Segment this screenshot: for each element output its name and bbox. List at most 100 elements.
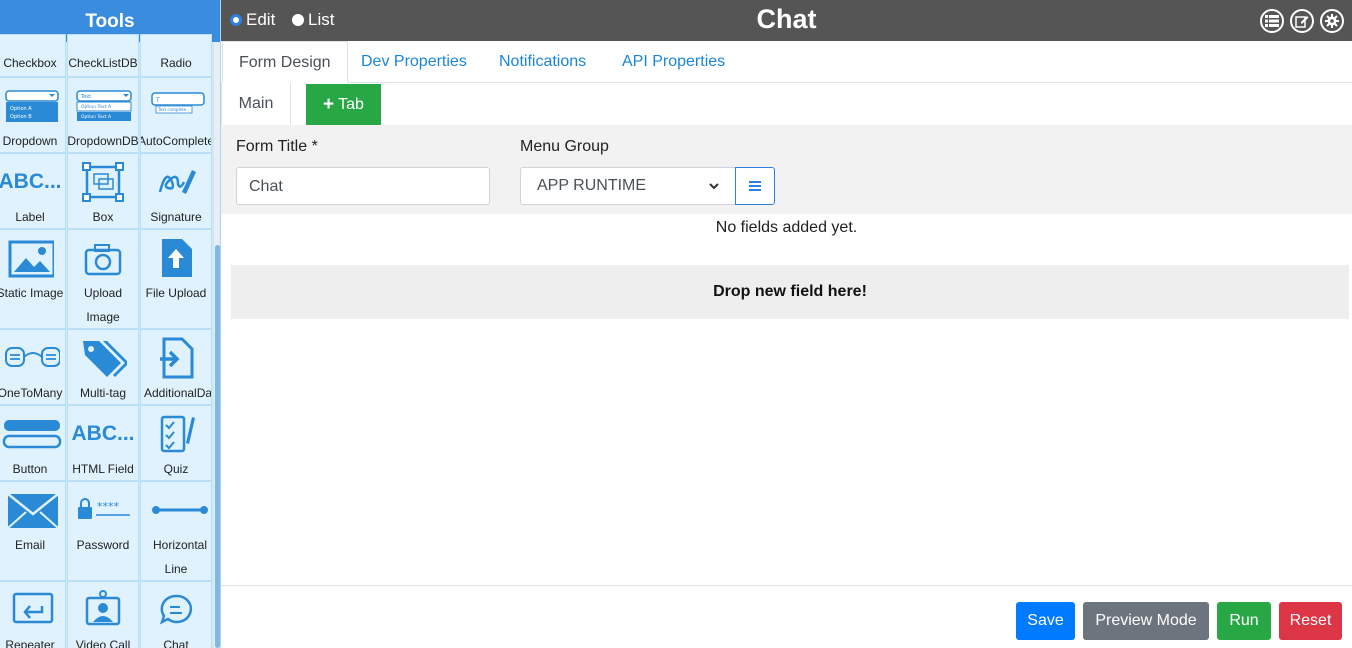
thumb-text: Option Text A	[81, 114, 112, 120]
tool-label: Multi-tag	[79, 386, 126, 400]
camera-icon	[68, 236, 138, 280]
html-field-icon: ABC...	[68, 412, 138, 456]
top-bar: Edit List Chat	[221, 0, 1352, 41]
tool-label: Horizontal Line	[153, 538, 208, 576]
tool-email[interactable]: Email	[0, 481, 66, 581]
tool-label: OneToMany	[0, 386, 63, 400]
drop-zone[interactable]: Drop new field here!	[231, 265, 1349, 319]
tool-label: Box	[92, 210, 114, 224]
tab-api-properties[interactable]: API Properties	[622, 41, 725, 83]
tool-horizontal-line[interactable]: Horizontal Line	[140, 481, 212, 581]
settings-icon[interactable]	[1320, 9, 1344, 33]
box-icon	[68, 160, 138, 204]
tool-label: Signature	[150, 210, 202, 224]
tool-one-to-many[interactable]: OneToMany	[0, 329, 66, 405]
form-header: Form Title * Chat Menu Group APP RUNTIME	[221, 125, 1352, 214]
empty-fields-message: No fields added yet.	[715, 219, 858, 236]
plus-icon: +	[323, 93, 335, 115]
label-icon: ABC...	[0, 160, 65, 204]
tool-static-image[interactable]: Static Image	[0, 229, 66, 329]
tool-label: HTML Field	[72, 462, 134, 476]
tool-label: Password	[76, 538, 130, 552]
tools-sidebar: Tools Checkbox CheckListDB Radio Option …	[0, 0, 221, 648]
tool-label: File Upload	[145, 286, 207, 300]
tool-multi-tag[interactable]: Multi-tag	[67, 329, 139, 405]
tool-label: Email	[14, 538, 45, 552]
repeater-icon	[0, 588, 65, 632]
chevron-down-icon	[709, 177, 719, 195]
tool-box[interactable]: Box	[67, 153, 139, 229]
tool-autocomplete[interactable]: T Text complete AutoComplete	[140, 77, 212, 153]
preview-mode-button[interactable]: Preview Mode	[1083, 602, 1209, 640]
add-tab-button[interactable]: + Tab	[306, 84, 381, 125]
dropdown-icon: Option A Option B	[0, 84, 65, 128]
signature-icon	[141, 160, 211, 204]
thumb-text: Text complete	[157, 107, 187, 112]
tool-label-field[interactable]: ABC... Label	[0, 153, 66, 229]
reset-button[interactable]: Reset	[1279, 602, 1342, 640]
tool-label: AdditionalData	[144, 386, 212, 400]
password-icon: ****	[68, 488, 138, 532]
tool-video-call[interactable]: Video Call	[67, 581, 139, 648]
tab-dev-properties[interactable]: Dev Properties	[361, 41, 467, 83]
form-title-value: Chat	[249, 178, 283, 195]
tags-icon	[68, 336, 138, 380]
tool-label: DropdownDB	[67, 134, 139, 148]
tool-label: Checkbox	[3, 56, 57, 70]
list-icon[interactable]	[1260, 9, 1284, 33]
tool-html-field[interactable]: ABC... HTML Field	[67, 405, 139, 481]
horizontal-line-icon	[141, 488, 211, 532]
tool-label: Static Image	[0, 286, 64, 300]
chat-icon	[141, 588, 211, 632]
menu-group-select[interactable]: APP RUNTIME	[520, 167, 736, 205]
menu-group-list-button[interactable]	[735, 167, 775, 205]
tab-main[interactable]: Main	[221, 83, 291, 125]
thumb-text: Option B	[10, 114, 32, 120]
tool-signature[interactable]: Signature	[140, 153, 212, 229]
tool-additional-data[interactable]: AdditionalData	[140, 329, 212, 405]
tab-notifications[interactable]: Notifications	[499, 41, 586, 83]
one-to-many-icon	[0, 336, 65, 380]
tool-radio[interactable]: Radio	[140, 34, 212, 77]
tool-file-upload[interactable]: File Upload	[140, 229, 212, 329]
file-upload-icon	[141, 236, 211, 280]
tool-label: Button	[12, 462, 48, 476]
tool-label: AutoComplete	[140, 134, 212, 148]
tool-checklistdb[interactable]: CheckListDB	[67, 34, 139, 77]
tool-dropdowndb[interactable]: Text Option Text A Option Text A Dropdow…	[67, 77, 139, 153]
form-title-input[interactable]: Chat	[236, 167, 490, 205]
tool-button[interactable]: Button	[0, 405, 66, 481]
menu-group-label: Menu Group	[520, 138, 609, 155]
label-icon-glyph: ABC...	[0, 170, 62, 193]
tool-repeater[interactable]: Repeater	[0, 581, 66, 648]
image-icon	[0, 236, 65, 280]
save-button[interactable]: Save	[1016, 602, 1075, 640]
footer-divider	[221, 585, 1352, 586]
additional-data-icon	[141, 336, 211, 380]
tab-form-design[interactable]: Form Design	[222, 41, 348, 83]
dropdowndb-icon: Text Option Text A Option Text A	[68, 84, 138, 128]
edit-icon[interactable]	[1290, 9, 1314, 33]
button-icon	[0, 412, 65, 456]
form-tabs: Main + Tab	[221, 83, 1352, 125]
thumb-text: T	[155, 97, 160, 104]
quiz-icon	[141, 412, 211, 456]
thumb-text: Option Text A	[81, 104, 112, 110]
tool-quiz[interactable]: Quiz	[140, 405, 212, 481]
tool-chat[interactable]: Chat	[140, 581, 212, 648]
video-call-icon	[68, 588, 138, 632]
page-title: Chat	[756, 4, 817, 34]
thumb-text: Text	[80, 94, 91, 100]
password-glyph: ****	[97, 500, 120, 513]
tool-label: CheckListDB	[68, 56, 138, 70]
tool-upload-image[interactable]: Upload Image	[67, 229, 139, 329]
tool-password[interactable]: **** Password	[67, 481, 139, 581]
tool-dropdown[interactable]: Option A Option B Dropdown	[0, 77, 66, 153]
sidebar-scrollbar-thumb[interactable]	[215, 245, 220, 648]
run-button[interactable]: Run	[1217, 602, 1271, 640]
tool-label: Label	[15, 210, 45, 224]
tool-label: Video Call	[75, 638, 131, 648]
autocomplete-icon: T Text complete	[141, 84, 211, 128]
tool-checkbox[interactable]: Checkbox	[0, 34, 66, 77]
main-tabs: Form Design Dev Properties Notifications…	[221, 41, 1352, 83]
